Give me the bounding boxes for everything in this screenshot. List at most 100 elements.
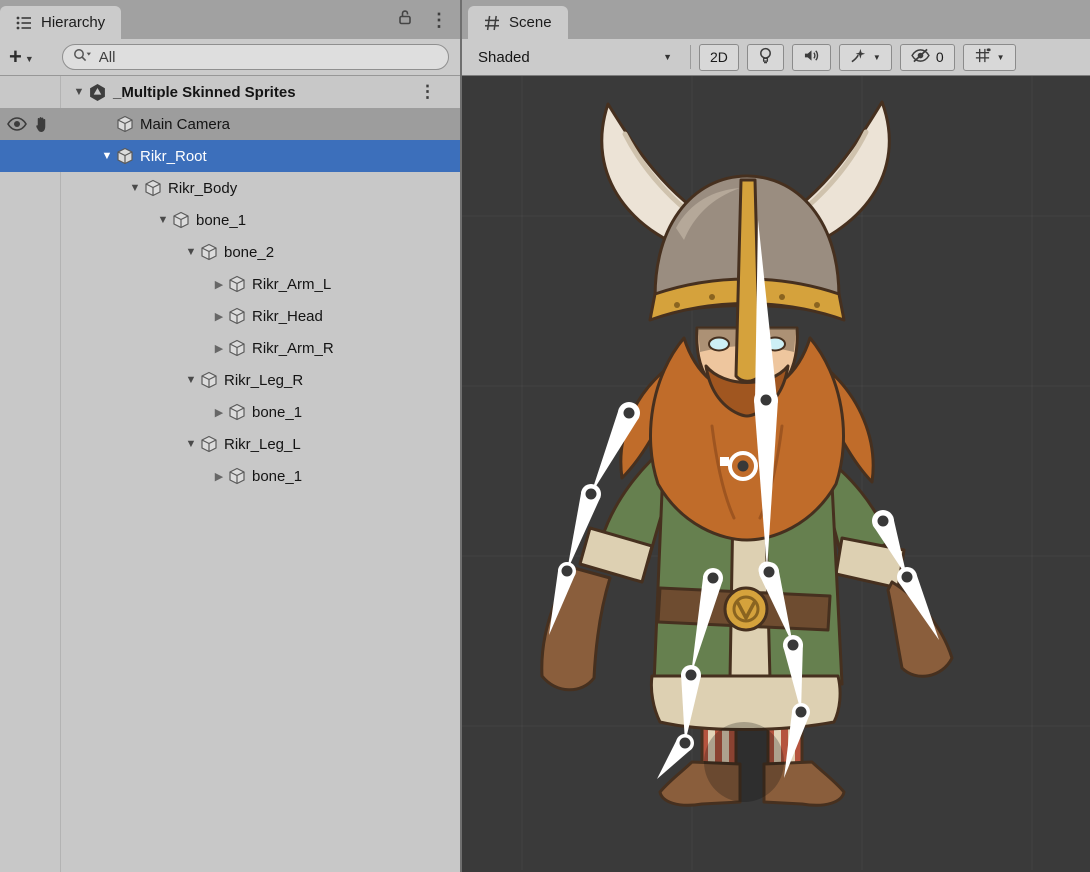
scene-lighting-button[interactable] <box>747 44 784 71</box>
grid-settings-icon <box>974 47 991 67</box>
bone-joint-dot <box>761 395 772 406</box>
tree-row-main-camera[interactable]: Main Camera <box>0 108 460 140</box>
foldout-expanded-icon[interactable]: ▼ <box>126 182 144 194</box>
cube-icon <box>228 275 246 293</box>
tree-row-rikr-head[interactable]: ▶ Rikr_Head <box>0 300 460 332</box>
cube-icon <box>200 243 218 261</box>
bone-joint-dot <box>796 707 807 718</box>
fur-hem <box>651 676 840 730</box>
foldout-expanded-icon[interactable]: ▼ <box>182 246 200 258</box>
bone-joint-dot <box>902 572 913 583</box>
eye-left <box>709 338 729 351</box>
foldout-collapsed-icon[interactable]: ▶ <box>210 310 228 323</box>
grid-settings-button[interactable]: ▼ <box>963 44 1016 71</box>
bone-joint-dot <box>764 567 775 578</box>
hidden-objects-button[interactable]: 0 <box>900 44 955 71</box>
chevron-down-icon: ▼ <box>873 53 881 62</box>
scene-tabbar: Scene <box>462 0 1090 39</box>
tree-row-label: bone_1 <box>196 212 246 229</box>
kebab-menu-icon[interactable]: ⋮ <box>430 11 448 29</box>
lock-icon[interactable] <box>398 9 412 30</box>
create-menu-button[interactable]: + ▼ <box>9 47 34 67</box>
chevron-down-icon: ▼ <box>997 53 1005 62</box>
tree-row-rikr-arm-l[interactable]: ▶ Rikr_Arm_L <box>0 268 460 300</box>
plus-icon: + <box>9 47 22 67</box>
tree-row-rikr-body[interactable]: ▼ Rikr_Body <box>0 172 460 204</box>
root-joint-dot <box>738 461 749 472</box>
tree-row-rikr-leg-l[interactable]: ▼ Rikr_Leg_L <box>0 428 460 460</box>
foldout-expanded-icon[interactable]: ▼ <box>98 150 116 162</box>
tree-row-bone-1[interactable]: ▼ bone_1 <box>0 204 460 236</box>
tree-row-rikr-root[interactable]: ▼Rikr_Root <box>0 140 460 172</box>
tree-row-bone-2[interactable]: ▼ bone_2 <box>0 236 460 268</box>
scene-effects-button[interactable]: ▼ <box>839 44 892 71</box>
search-field[interactable] <box>62 44 449 70</box>
tree-row-label: bone_1 <box>252 404 302 421</box>
scene-options-kebab-icon[interactable]: ⋮ <box>419 82 436 102</box>
tree-row-label: Rikr_Arm_R <box>252 340 334 357</box>
search-input[interactable] <box>99 49 438 66</box>
cube-icon <box>116 147 134 165</box>
tree-row-label: bone_2 <box>224 244 274 261</box>
foldout-collapsed-icon[interactable]: ▶ <box>210 406 228 419</box>
tab-hierarchy-label: Hierarchy <box>41 14 105 31</box>
tree-row-rikr-leg-r[interactable]: ▼ Rikr_Leg_R <box>0 364 460 396</box>
foldout-collapsed-icon[interactable]: ▶ <box>210 342 228 355</box>
tree-row-label: _Multiple Skinned Sprites <box>113 84 296 101</box>
foldout-collapsed-icon[interactable]: ▶ <box>210 470 228 483</box>
foldout-expanded-icon[interactable]: ▼ <box>182 438 200 450</box>
tree-row-bone-1[interactable]: ▶ bone_1 <box>0 396 460 428</box>
bone-joint-dot <box>624 408 635 419</box>
tree-row-label: Rikr_Head <box>252 308 323 325</box>
cube-icon <box>228 307 246 325</box>
tree-row-label: Rikr_Body <box>168 180 237 197</box>
shooting-star-icon <box>850 47 867 67</box>
chevron-down-icon: ▼ <box>663 52 672 62</box>
tree-row-label: Rikr_Arm_L <box>252 276 331 293</box>
bone-joint-dot <box>788 640 799 651</box>
toggle-2d-button[interactable]: 2D <box>699 44 739 71</box>
cube-icon <box>172 211 190 229</box>
foldout-expanded-icon[interactable]: ▼ <box>182 374 200 386</box>
bone-joint-dot <box>708 573 719 584</box>
tree-row-label: Rikr_Leg_L <box>224 436 301 453</box>
tree-row-multiple-skinned-sprites[interactable]: ▼ _Multiple Skinned Sprites ⋮ <box>0 76 460 108</box>
pick-hand-icon[interactable] <box>34 116 49 133</box>
tree-row-rikr-arm-r[interactable]: ▶ Rikr_Arm_R <box>0 332 460 364</box>
tree-row-label: bone_1 <box>252 468 302 485</box>
bone-joint-dot <box>562 566 573 577</box>
toggle-2d-label: 2D <box>710 49 728 65</box>
shading-mode-dropdown[interactable]: Shaded ▼ <box>468 39 682 75</box>
root-joint-handle[interactable] <box>720 457 729 466</box>
tree-row-label: Rikr_Leg_R <box>224 372 303 389</box>
scene-canvas[interactable] <box>462 76 1090 870</box>
scene-viewport[interactable] <box>462 76 1090 872</box>
scene-audio-button[interactable] <box>792 44 831 71</box>
root-gizmo-disc[interactable] <box>704 722 784 802</box>
bulb-icon <box>758 47 773 67</box>
cube-icon <box>228 467 246 485</box>
visibility-eye-icon[interactable] <box>7 117 27 131</box>
cube-icon <box>116 115 134 133</box>
toolbar-divider <box>690 45 691 69</box>
bone-joint-dot <box>686 670 697 681</box>
hierarchy-tabbar: Hierarchy ⋮ <box>0 0 460 39</box>
foldout-expanded-icon[interactable]: ▼ <box>154 214 172 226</box>
hidden-count-label: 0 <box>936 49 944 65</box>
foldout-expanded-icon[interactable]: ▼ <box>70 86 88 98</box>
tree-row-label: Main Camera <box>140 116 230 133</box>
tab-scene[interactable]: Scene <box>468 6 568 39</box>
row-gutter <box>0 116 60 133</box>
speaker-icon <box>803 48 820 66</box>
tab-scene-label: Scene <box>509 14 552 31</box>
tree-row-bone-1[interactable]: ▶ bone_1 <box>0 460 460 492</box>
tab-hierarchy[interactable]: Hierarchy <box>0 6 121 39</box>
scene-toolbar: Shaded ▼ 2D ▼ <box>462 39 1090 76</box>
hierarchy-panel: Hierarchy ⋮ + ▼ ▼_Multipl <box>0 0 460 872</box>
belt-buckle <box>725 588 767 630</box>
hierarchy-tree: ▼_Multiple Skinned Sprites⋮Main Camera▼R… <box>0 76 460 492</box>
foldout-collapsed-icon[interactable]: ▶ <box>210 278 228 291</box>
bone-joint-dot <box>680 738 691 749</box>
bone-joint-dot <box>586 489 597 500</box>
chevron-down-icon: ▼ <box>25 54 34 67</box>
